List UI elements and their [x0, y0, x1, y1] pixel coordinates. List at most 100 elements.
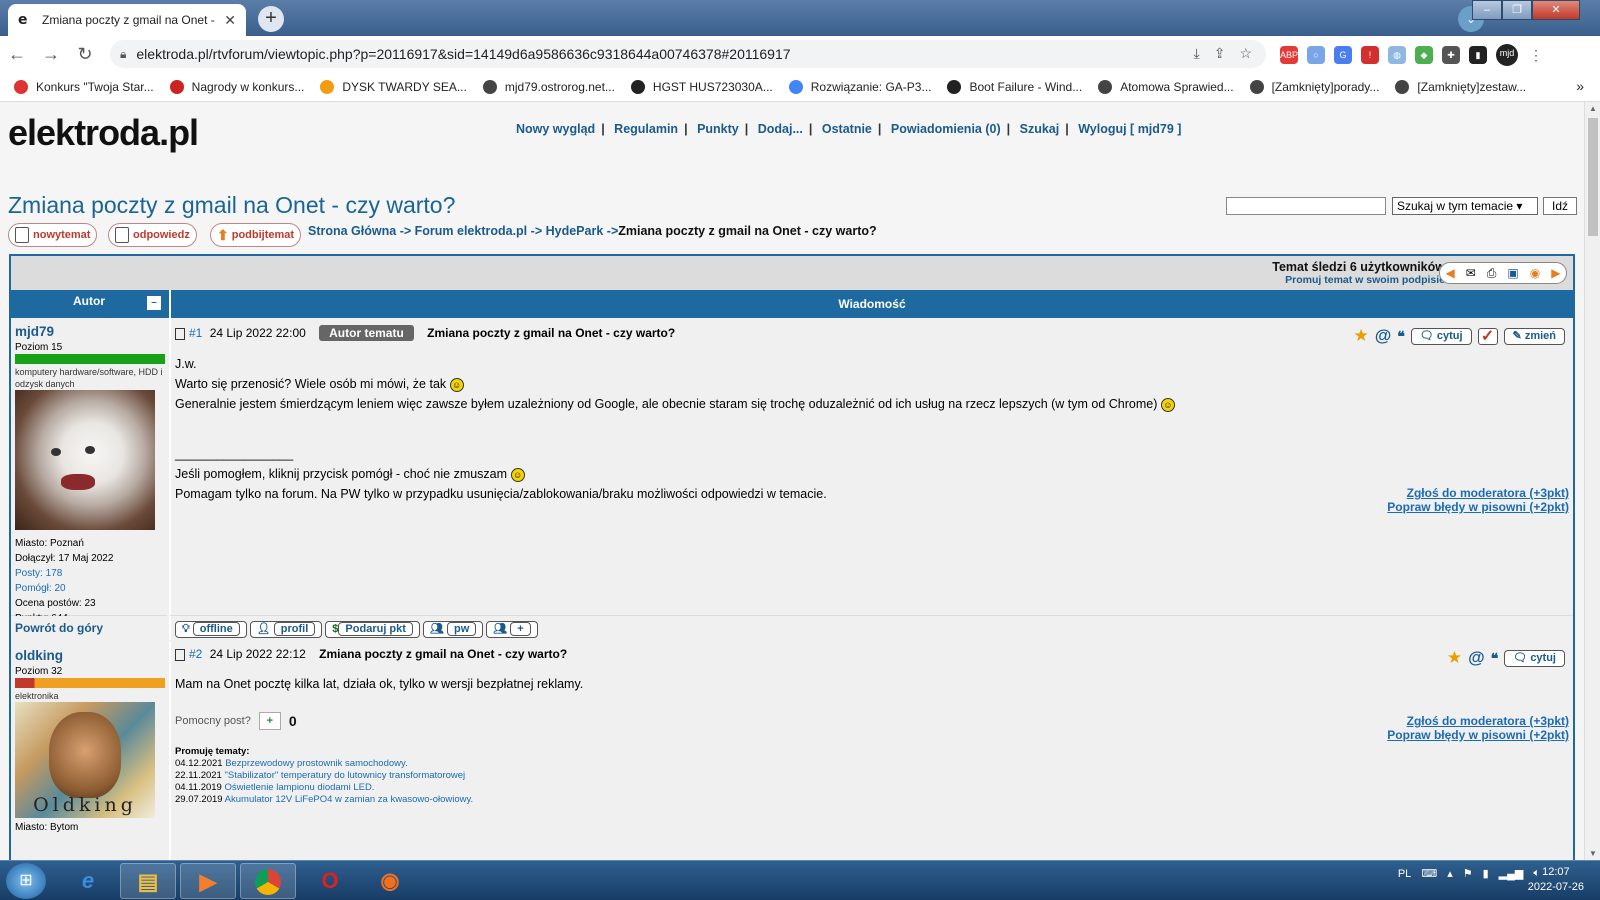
site-logo[interactable]: elektroda.pl — [8, 112, 199, 154]
bookmark-item[interactable]: Atomowa Sprawied... — [1098, 79, 1234, 94]
bookmark-item[interactable]: [Zamknięty]zestaw... — [1395, 79, 1526, 94]
clock[interactable]: 12:07 2022-07-26 — [1528, 865, 1584, 895]
email-icon[interactable]: ✉ — [1466, 266, 1476, 280]
topic-search-input[interactable] — [1226, 197, 1386, 215]
internet-explorer-icon[interactable]: e — [60, 863, 116, 899]
star-icon[interactable]: ★ — [1447, 648, 1462, 668]
side-panel-icon[interactable]: ▮ — [1469, 46, 1487, 64]
action-center-flag-icon[interactable]: ⚑ — [1463, 867, 1473, 880]
mention-at-icon[interactable]: @ — [1468, 648, 1485, 668]
browser-tab-active[interactable]: e Zmiana poczty z gmail na Onet - ✕ — [8, 4, 246, 36]
firefox-icon[interactable]: ◉ — [362, 863, 418, 899]
profile-avatar[interactable]: mjd — [1496, 44, 1518, 66]
puzzle-icon[interactable]: ✚ — [1442, 46, 1460, 64]
save-icon[interactable]: ▣ — [1507, 266, 1518, 280]
report-moderator-link[interactable]: Zgłoś do moderatora (+3pkt) — [1387, 486, 1569, 500]
nav-points[interactable]: Punkty — [697, 122, 739, 136]
address-bar[interactable]: 🔒︎ elektroda.pl/rtvforum/viewtopic.php?p… — [110, 40, 1266, 68]
share-icon[interactable]: ⇪ — [1214, 45, 1226, 62]
media-player-icon[interactable]: ▶ — [180, 863, 236, 899]
private-message-button[interactable]: 👥︎ pw — [422, 621, 484, 638]
pdf-extension-icon[interactable]: ! — [1361, 46, 1379, 64]
nav-logout[interactable]: Wyloguj [ mjd79 ] — [1078, 122, 1181, 136]
nav-notifications[interactable]: Powiadomienia (0) — [891, 122, 1001, 136]
new-topic-button[interactable]: nowytemat — [8, 223, 98, 247]
vpn-extension-icon[interactable]: ◆ — [1415, 46, 1433, 64]
nav-recent[interactable]: Ostatnie — [822, 122, 872, 136]
promoted-link[interactable]: Akumulator 12V LiFePO4 w zamian za kwaso… — [225, 794, 474, 805]
post-number-link[interactable]: #1 — [189, 326, 202, 340]
promote-topic-link[interactable]: Promuj temat w swoim podpisie — [1272, 274, 1445, 286]
bookmark-item[interactable]: Konkurs "Twoja Star... — [14, 79, 154, 94]
scroll-up-arrow-icon[interactable]: ▲ — [1589, 104, 1597, 113]
new-tab-button[interactable]: + — [258, 6, 284, 32]
language-indicator[interactable]: PL — [1398, 868, 1411, 880]
close-window-button[interactable]: ✕ — [1532, 0, 1580, 20]
bookmark-item[interactable]: Boot Failure - Wind... — [947, 79, 1082, 94]
scroll-down-arrow-icon[interactable]: ▼ — [1589, 849, 1597, 858]
search-go-button[interactable]: Idź — [1543, 197, 1577, 215]
adblock-extension-icon[interactable]: ABP — [1280, 46, 1298, 64]
bookmark-item[interactable]: Rozwiązanie: GA-P3... — [788, 79, 931, 94]
install-icon[interactable]: ⤓ — [1194, 45, 1200, 62]
more-bookmarks-icon[interactable]: » — [1576, 78, 1584, 94]
close-tab-icon[interactable]: ✕ — [224, 12, 236, 29]
reload-icon[interactable]: ↻ — [68, 44, 102, 65]
translate-extension-icon[interactable]: G — [1334, 46, 1352, 64]
quote-mark-icon[interactable]: ❝ — [1397, 328, 1405, 345]
bookmark-item[interactable]: DYSK TWARDY SEA... — [320, 79, 467, 94]
watch-icon[interactable]: ◉ — [1530, 266, 1540, 280]
nav-new-look[interactable]: Nowy wygląd — [516, 122, 595, 136]
search-extension-icon[interactable]: ○ — [1307, 46, 1325, 64]
search-scope-select[interactable]: Szukaj w tym temacie ▾ — [1392, 197, 1538, 215]
quote-button[interactable]: 🗨︎ cytuj — [1504, 649, 1565, 667]
author-name[interactable]: oldking — [15, 648, 63, 663]
breadcrumb-forum[interactable]: Forum elektroda.pl — [415, 224, 528, 238]
breadcrumb-section[interactable]: HydePark — [546, 224, 604, 238]
offline-status-button[interactable]: 💡︎ offline — [175, 621, 247, 638]
reply-button[interactable]: odpowiedz — [108, 223, 197, 247]
prev-arrow-icon[interactable]: ◀ — [1446, 266, 1455, 280]
add-friend-button[interactable]: 👥︎ + — [486, 621, 538, 638]
restore-button[interactable]: ❐ — [1502, 0, 1532, 20]
globe-extension-icon[interactable]: ◍ — [1388, 46, 1406, 64]
next-arrow-icon[interactable]: ▶ — [1551, 266, 1560, 280]
show-hidden-icons-icon[interactable]: ▴ — [1447, 867, 1453, 880]
edit-button[interactable]: ✎ zmień — [1503, 327, 1565, 345]
breadcrumb-home[interactable]: Strona Główna — [308, 224, 396, 238]
author-name[interactable]: mjd79 — [15, 324, 54, 339]
bookmark-item[interactable]: HGST HUS723030A... — [630, 79, 773, 94]
helpful-plus-button[interactable]: + — [258, 712, 281, 730]
forward-arrow-icon[interactable]: → — [34, 44, 68, 65]
author-helped-link[interactable]: Pomógł: 20 — [15, 581, 113, 596]
promoted-link[interactable]: Oświetlenie lampionu diodami LED. — [224, 782, 374, 793]
promoted-link[interactable]: "Stabilizator" temperatury do lutownicy … — [224, 770, 465, 781]
star-icon[interactable]: ★ — [1353, 326, 1368, 346]
report-moderator-link[interactable]: Zgłoś do moderatora (+3pkt) — [1387, 714, 1569, 728]
network-signal-icon[interactable]: ▂▄▆ — [1499, 867, 1524, 880]
lock-icon[interactable]: 🔒︎ — [120, 47, 126, 62]
nav-add[interactable]: Dodaj... — [758, 122, 803, 136]
mention-at-icon[interactable]: @ — [1375, 326, 1392, 346]
topic-title[interactable]: Zmiana poczty z gmail na Onet - czy wart… — [8, 192, 455, 219]
keyboard-icon[interactable]: ⌨ — [1421, 867, 1437, 880]
start-button[interactable]: ⊞ — [6, 863, 46, 899]
author-posts-link[interactable]: Posty: 178 — [15, 566, 113, 581]
give-points-button[interactable]: $ Podaruj pkt — [325, 621, 420, 638]
bookmark-item[interactable]: [Zamknięty]porady... — [1249, 79, 1379, 94]
menu-kebab-icon[interactable]: ⋮ — [1527, 46, 1545, 64]
power-icon[interactable]: ▮ — [1483, 867, 1489, 880]
bookmark-star-icon[interactable]: ☆ — [1239, 45, 1252, 62]
bookmark-item[interactable]: mjd79.ostrorog.net... — [482, 79, 615, 94]
spelling-fix-link[interactable]: Popraw błędy w pisowni (+2pkt) — [1387, 500, 1569, 514]
check-icon[interactable]: ✓ — [1477, 327, 1498, 345]
profile-button[interactable]: 👤︎ profil — [249, 621, 323, 638]
opera-icon[interactable]: O — [302, 863, 358, 899]
scrollbar-thumb[interactable] — [1588, 118, 1598, 236]
toggle-column-icon[interactable]: – — [147, 296, 161, 310]
quote-button[interactable]: 🗨︎ cytuj — [1410, 327, 1472, 345]
back-to-top-link[interactable]: Powrót do góry — [15, 621, 103, 635]
spelling-fix-link[interactable]: Popraw błędy w pisowni (+2pkt) — [1387, 728, 1569, 742]
promoted-link[interactable]: Bezprzewodowy prostownik samochodowy. — [225, 758, 408, 769]
nav-search[interactable]: Szukaj — [1020, 122, 1060, 136]
